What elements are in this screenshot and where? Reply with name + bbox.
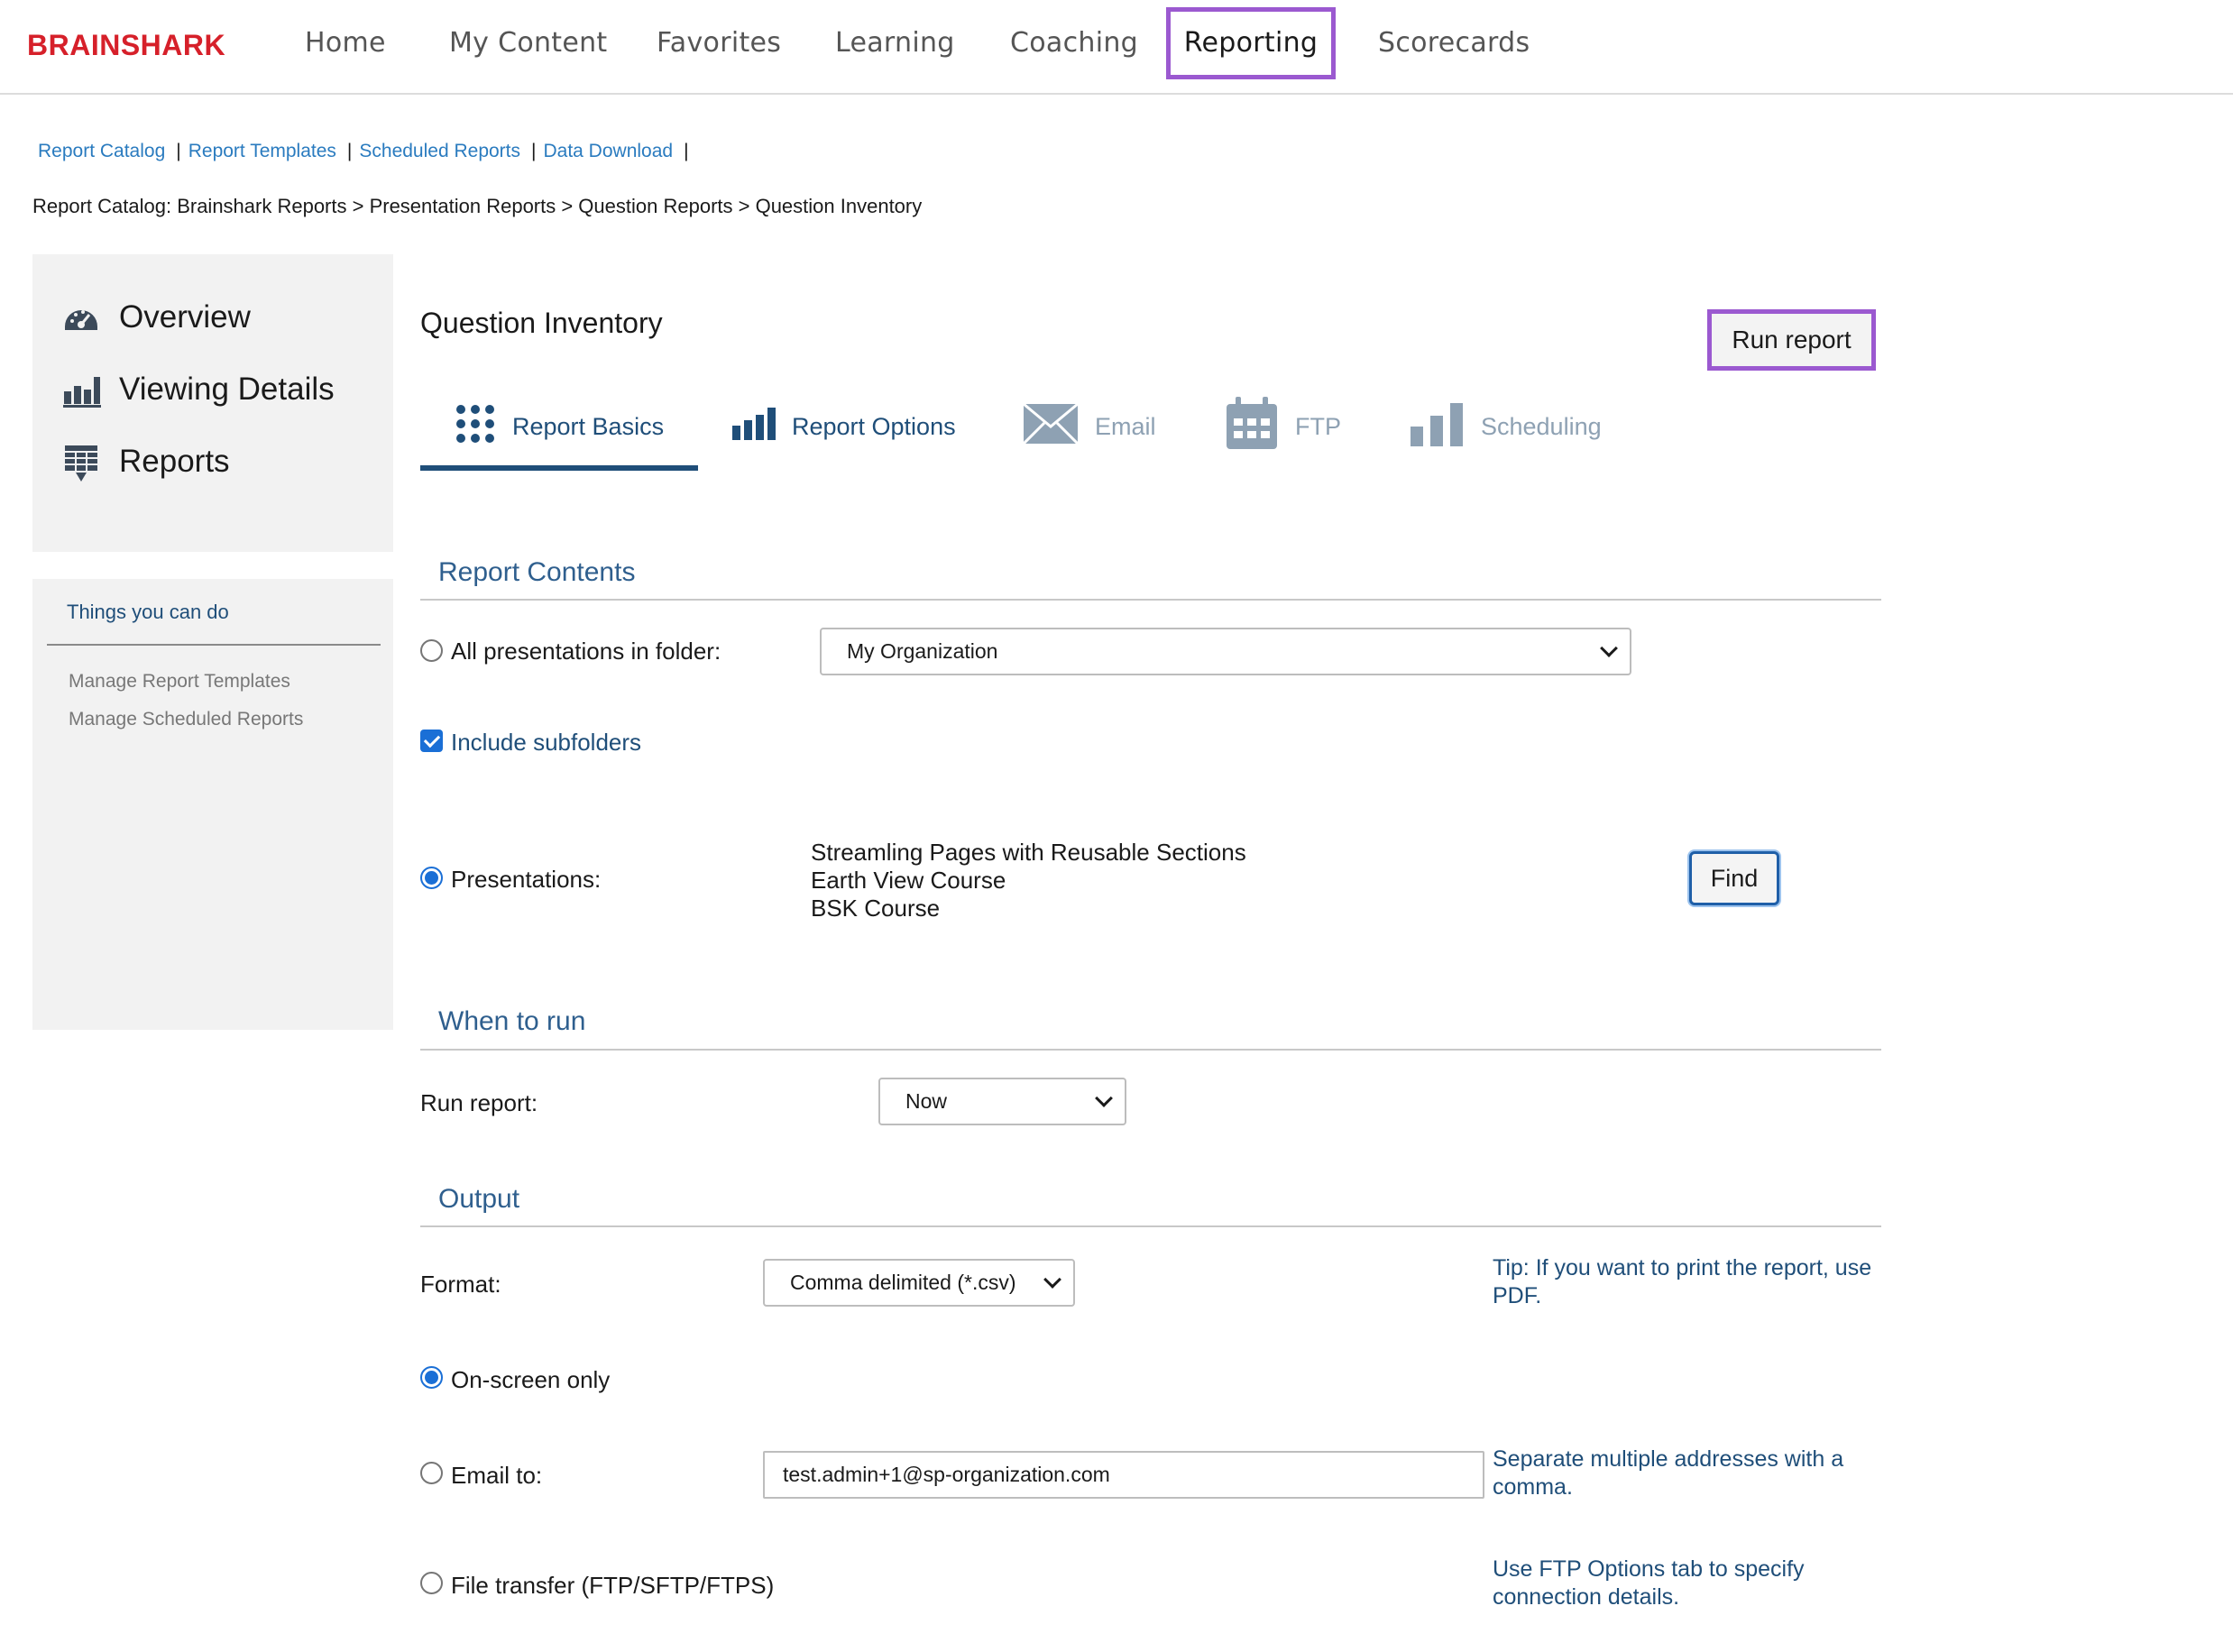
run-when-select-value: Now	[905, 1089, 948, 1113]
list-item: BSK Course	[811, 895, 941, 922]
link-report-templates[interactable]: Report Templates	[188, 141, 336, 161]
sidebar-item-label: Overview	[119, 299, 251, 335]
top-navigation-bar: BRAINSHARK Home My Content Favorites Lea…	[0, 0, 2233, 95]
email-tip: Separate multiple addresses with a comma…	[1493, 1446, 1844, 1500]
sidebar-item-viewing-details[interactable]: Viewing Details	[61, 372, 335, 408]
format-tip: Tip: If you want to print the report, us…	[1493, 1255, 1872, 1308]
nav-favorites[interactable]: Favorites	[657, 27, 781, 59]
run-report-button[interactable]: Run report	[1707, 309, 1876, 371]
format-select-value: Comma delimited (*.csv)	[790, 1271, 1016, 1294]
tab-report-options[interactable]: Report Options	[732, 404, 956, 449]
section-title-output: Output	[438, 1184, 520, 1214]
link-report-catalog[interactable]: Report Catalog	[38, 141, 165, 161]
section-title-when-to-run: When to run	[438, 1006, 586, 1036]
email-to-input[interactable]: test.admin+1@sp-organization.com	[763, 1451, 1484, 1499]
sidebar-panel: Overview Viewing Details Reports	[32, 254, 393, 552]
link-data-download[interactable]: Data Download	[543, 141, 673, 161]
nav-scorecards[interactable]: Scorecards	[1378, 27, 1530, 59]
active-tab-indicator	[420, 465, 698, 471]
all-presentations-label: All presentations in folder:	[451, 638, 721, 665]
tab-label: Report Basics	[512, 412, 665, 440]
tab-ftp[interactable]: FTP	[1225, 396, 1341, 449]
tab-report-basics[interactable]: Report Basics	[455, 404, 664, 449]
link-scheduled-reports[interactable]: Scheduled Reports	[359, 141, 520, 161]
sidebar-item-reports[interactable]: Reports	[61, 444, 230, 482]
chevron-down-icon	[1095, 1089, 1113, 1107]
tab-label: Report Options	[792, 412, 956, 440]
include-subfolders-label[interactable]: Include subfolders	[451, 729, 641, 757]
sidebar-item-overview[interactable]: Overview	[61, 299, 251, 335]
format-label: Format:	[420, 1271, 501, 1298]
things-you-can-do-panel: Things you can do Manage Report Template…	[32, 579, 393, 1030]
dashboard-gauge-icon	[61, 299, 101, 335]
divider	[47, 644, 381, 646]
separator: |	[531, 141, 537, 161]
presentations-label: Presentations:	[451, 866, 602, 893]
run-report-label: Run report:	[420, 1089, 538, 1116]
page-title: Question Inventory	[420, 307, 663, 339]
things-title: Things you can do	[67, 601, 229, 623]
file-transfer-radio[interactable]	[420, 1572, 443, 1594]
sidebar-item-label: Reports	[119, 444, 230, 479]
list-item: Earth View Course	[811, 867, 1006, 894]
format-select[interactable]: Comma delimited (*.csv)	[763, 1259, 1075, 1307]
grid-dots-icon	[455, 403, 496, 451]
section-title-report-contents: Report Contents	[438, 557, 636, 587]
tab-label: Scheduling	[1481, 412, 1602, 440]
tab-email[interactable]: Email	[1022, 402, 1156, 451]
folder-select-value: My Organization	[847, 639, 998, 663]
tab-label: FTP	[1295, 412, 1341, 440]
nav-home[interactable]: Home	[305, 27, 386, 59]
chevron-down-icon	[1600, 639, 1618, 657]
envelope-icon	[1022, 402, 1080, 451]
list-item: Streamling Pages with Reusable Sections	[811, 839, 1246, 866]
manage-report-templates-link[interactable]: Manage Report Templates	[69, 671, 290, 693]
selected-presentations-list: Streamling Pages with Reusable Sections …	[811, 839, 1246, 922]
tab-label: Email	[1095, 412, 1156, 440]
presentations-radio[interactable]	[420, 867, 443, 889]
chevron-down-icon	[1043, 1271, 1061, 1289]
nav-my-content[interactable]: My Content	[449, 27, 608, 59]
email-to-radio[interactable]	[420, 1462, 443, 1484]
breadcrumb: Report Catalog: Brainshark Reports > Pre…	[32, 195, 923, 217]
calendar-icon	[1225, 396, 1279, 457]
nav-coaching[interactable]: Coaching	[1010, 27, 1138, 59]
email-to-label: Email to:	[451, 1462, 543, 1489]
onscreen-only-radio[interactable]	[420, 1366, 443, 1389]
bar-chart-icon	[61, 372, 101, 408]
onscreen-only-label: On-screen only	[451, 1366, 611, 1393]
bar-chart-icon	[1411, 401, 1465, 453]
nav-learning[interactable]: Learning	[835, 27, 955, 59]
all-presentations-radio[interactable]	[420, 639, 443, 662]
find-button[interactable]: Find	[1689, 851, 1779, 905]
run-when-select[interactable]: Now	[878, 1078, 1126, 1125]
include-subfolders-checkbox[interactable]	[420, 730, 443, 752]
ftp-tip: Use FTP Options tab to specify connectio…	[1493, 1556, 1805, 1610]
nav-reporting[interactable]: Reporting	[1166, 7, 1336, 79]
reporting-subnav: Report Catalog | Report Templates | Schedule…	[38, 141, 696, 162]
manage-scheduled-reports-link[interactable]: Manage Scheduled Reports	[69, 709, 303, 730]
separator: |	[346, 141, 353, 161]
brainshark-logo[interactable]: BRAINSHARK	[27, 29, 225, 62]
section-divider	[420, 1049, 1881, 1051]
sidebar-item-label: Viewing Details	[119, 372, 335, 407]
bar-chart-icon	[732, 407, 776, 446]
section-divider	[420, 599, 1881, 601]
tab-scheduling[interactable]: Scheduling	[1411, 402, 1602, 449]
separator: |	[684, 141, 689, 161]
report-table-icon	[61, 444, 101, 482]
separator: |	[176, 141, 181, 161]
section-divider	[420, 1225, 1881, 1227]
file-transfer-label: File transfer (FTP/SFTP/FTPS)	[451, 1572, 775, 1599]
folder-select[interactable]: My Organization	[820, 628, 1631, 675]
